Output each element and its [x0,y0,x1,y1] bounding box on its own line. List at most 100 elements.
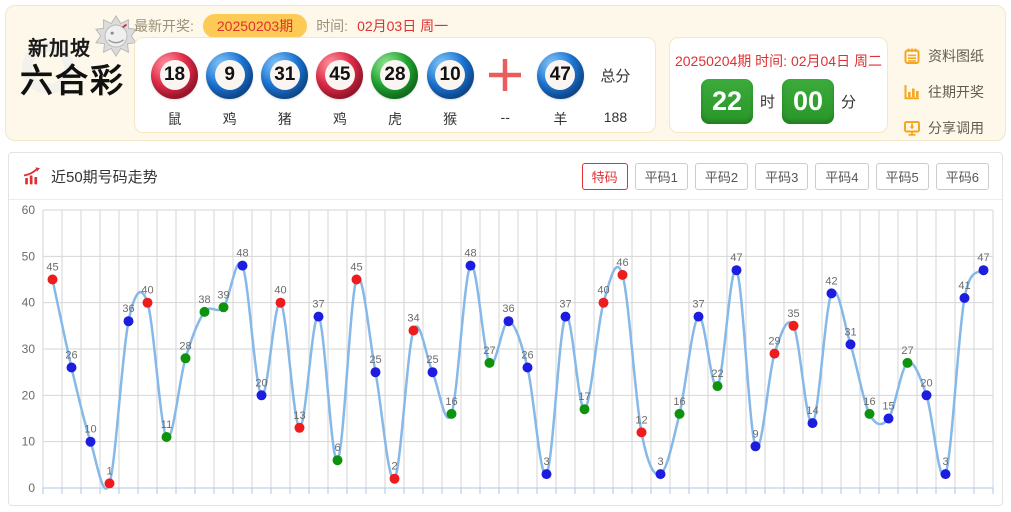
data-point[interactable] [579,404,590,415]
data-point[interactable] [731,265,742,276]
data-point-label: 25 [426,354,438,366]
trend-tab-4[interactable]: 平码4 [815,162,869,190]
ball-number: 28 [379,60,410,90]
data-point-label: 31 [844,326,856,338]
data-point[interactable] [294,422,305,433]
ball-zodiac: 鸡 [222,111,237,127]
data-point[interactable] [826,288,837,299]
data-point-label: 45 [350,262,362,274]
data-point[interactable] [617,269,628,280]
data-point-label: 16 [673,396,685,408]
data-point[interactable] [674,408,685,419]
data-point[interactable] [655,469,666,480]
data-point[interactable] [959,293,970,303]
bar-chart-icon [903,83,921,101]
trend-tab-6[interactable]: 平码6 [935,162,989,190]
data-point[interactable] [465,260,476,271]
data-point[interactable] [484,357,495,368]
data-point[interactable] [313,311,324,322]
data-point[interactable] [104,478,115,489]
data-point[interactable] [712,381,723,392]
data-point[interactable] [978,265,989,276]
data-point-label: 20 [255,377,267,389]
data-point[interactable] [864,408,875,419]
lottery-ball-blue: 10 [426,51,474,99]
site-logo[interactable]: 新加坡 六合彩 [16,12,138,130]
data-point[interactable] [693,311,704,322]
data-point[interactable] [123,316,134,327]
data-point-label: 45 [46,262,58,274]
data-point[interactable] [788,320,799,331]
data-point-label: 36 [122,303,134,315]
data-point[interactable] [408,325,419,336]
data-point[interactable] [446,408,457,419]
header-link-label: 往期开奖 [928,84,984,100]
data-point-label: 14 [806,405,818,417]
trend-chart-icon [23,167,40,185]
data-point[interactable] [47,274,58,285]
data-point[interactable] [351,274,362,285]
data-point-label: 16 [863,396,875,408]
trend-tab-1[interactable]: 平码1 [634,162,688,190]
data-point[interactable] [750,441,761,452]
data-point-label: 37 [312,299,324,311]
ball-zodiac: 鼠 [167,111,182,127]
data-point[interactable] [522,362,533,373]
data-point[interactable] [541,469,552,480]
data-point[interactable] [199,306,210,317]
trend-panel: 近50期号码走势 特码 平码1 平码2 平码3 平码4 平码5 平码6 0 10 20 30 40 5… [8,152,1003,506]
data-point[interactable] [921,390,932,401]
ball-zodiac: 猴 [443,111,458,127]
data-point[interactable] [883,413,894,424]
data-point[interactable] [636,427,647,438]
data-point[interactable] [332,455,343,466]
data-point[interactable] [807,418,818,429]
y-axis-label: 20 [22,388,36,402]
data-point[interactable] [427,367,438,378]
countdown-minute-unit: 分 [841,94,857,111]
data-point[interactable] [389,473,400,484]
y-axis-label: 50 [22,249,36,263]
trend-tab-0[interactable]: 特码 [581,162,628,190]
header-link-label: 分享调用 [928,120,984,136]
ball-zodiac: 猪 [277,111,292,127]
data-point[interactable] [598,297,609,308]
header-link-0[interactable]: 资料图纸 [903,46,984,66]
data-point[interactable] [503,316,514,327]
data-point-label: 27 [901,345,913,357]
data-point-label: 34 [407,313,419,325]
data-point[interactable] [940,469,951,480]
data-point[interactable] [66,362,77,373]
ball-zodiac: 羊 [553,111,568,127]
header-banner: 新加坡 六合彩 最新开奖: 20250203期 时间: 02月03日 周一 18… [5,5,1006,141]
data-point-label: 3 [657,456,663,468]
data-point[interactable] [845,339,856,350]
trend-tab-5[interactable]: 平码5 [875,162,929,190]
data-point-label: 29 [768,336,780,348]
data-point[interactable] [161,432,172,442]
data-point[interactable] [256,390,267,401]
data-point[interactable] [560,311,571,322]
data-point[interactable] [769,348,780,359]
data-point[interactable] [142,297,153,308]
data-point[interactable] [85,436,96,447]
countdown-hour: 22 [700,79,753,124]
result-ball-slot: 9鸡 [202,47,257,132]
data-point[interactable] [902,357,913,368]
data-point-label: 48 [464,248,476,260]
result-ball-slot: 28 虎 [367,47,422,132]
trend-tab-3[interactable]: 平码3 [755,162,809,190]
trend-tab-2[interactable]: 平码2 [694,162,749,190]
header-link-2[interactable]: 分享调用 [903,118,984,138]
data-point[interactable] [218,302,229,313]
header-link-label: 资料图纸 [928,48,984,64]
next-time-label: 时间: [755,53,788,69]
data-point[interactable] [237,260,248,271]
lottery-ball-blue: 31 [261,51,309,99]
header-link-1[interactable]: 往期开奖 [903,82,984,102]
data-point[interactable] [275,297,286,308]
data-point[interactable] [180,353,191,364]
data-point[interactable] [370,367,381,378]
data-point-label: 6 [334,442,340,454]
lottery-ball-red: 18 [151,51,199,99]
